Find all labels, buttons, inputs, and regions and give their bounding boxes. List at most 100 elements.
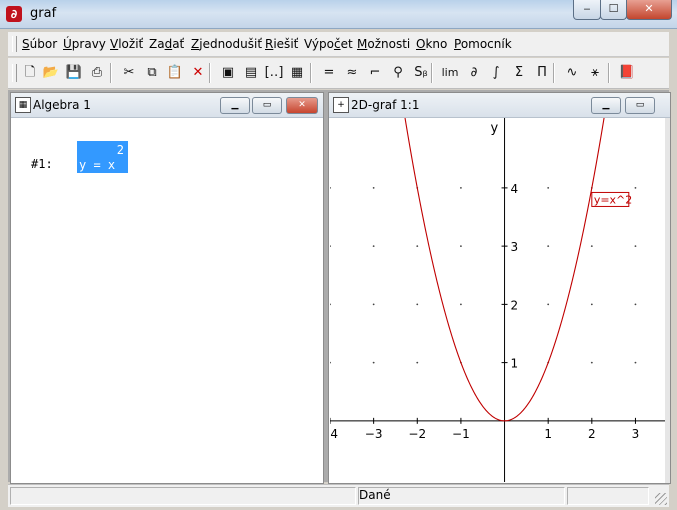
grid-dot <box>590 303 593 306</box>
toolbar-separator <box>431 63 433 83</box>
find-icon[interactable]: ⚲ <box>388 63 408 83</box>
x-tick-label: 2 <box>588 427 596 441</box>
menu-grip[interactable] <box>12 36 17 52</box>
copy-icon[interactable]: ⧉ <box>142 63 162 83</box>
derivative-icon[interactable]: ∂ <box>464 63 484 83</box>
expression-selected[interactable]: 2 y = x <box>77 141 128 173</box>
menu-item-5[interactable]: Riešiť <box>265 37 298 51</box>
menu-item-label: et <box>340 37 353 51</box>
subscript-icon[interactable]: Sᵦ <box>411 63 431 83</box>
algebra-window-title: Algebra 1 <box>33 98 91 112</box>
author-text-icon[interactable]: ▤ <box>241 63 261 83</box>
limit-icon[interactable]: lim <box>440 63 460 83</box>
grid-dot <box>330 303 331 306</box>
graph-minimize-button[interactable]: ▁ <box>591 97 621 114</box>
author-expression-icon[interactable]: ▣ <box>218 63 238 83</box>
menu-item-label: ložiť <box>118 37 144 51</box>
algebra-window[interactable]: ▦ Algebra 1 ▁ ▭ ✕ #1: 2 y = x <box>10 92 324 484</box>
grid-dot <box>634 361 637 364</box>
menu-item-accelerator: č <box>333 37 341 51</box>
cut-icon[interactable]: ✂ <box>119 63 139 83</box>
menu-item-1[interactable]: Úpravy <box>63 37 106 51</box>
solve-icon[interactable]: ⚹ <box>585 63 605 83</box>
grid-dot <box>590 361 593 364</box>
status-panel-right <box>567 487 649 505</box>
graph-window[interactable]: + 2D-graf 1:1 ▁ ▭ -4 −3 −2 −1 1 2 3 1 2 3 4 y y=x^2 <box>328 92 671 484</box>
algebra-close-button[interactable]: ✕ <box>286 97 318 114</box>
menu-item-7[interactable]: Možnosti <box>357 37 410 51</box>
product-icon[interactable]: Π <box>532 63 552 83</box>
plot-icon[interactable]: ∿ <box>562 63 582 83</box>
y-tick-label: 3 <box>511 240 519 254</box>
delete-icon[interactable]: ✕ <box>188 63 208 83</box>
grid-dot <box>416 245 419 248</box>
expression-label: #1: <box>31 157 53 171</box>
equals-icon[interactable]: = <box>319 63 339 83</box>
toolbar-separator <box>608 63 610 83</box>
paste-icon[interactable]: 📋 <box>165 63 185 83</box>
curve-label: y=x^2 <box>594 193 632 206</box>
new-file-icon[interactable]: 🗋 <box>20 63 40 83</box>
resize-grip[interactable] <box>655 493 667 505</box>
grid-dot <box>460 303 462 306</box>
grid-dot <box>634 303 637 306</box>
toolbar: 🗋 📂 💾 ⎙ ✂ ⧉ 📋 ✕ ▣ ▤ [‥] ▦ = ≈ ⌐ ⚲ Sᵦ lim ∂ ∫ Σ Π ∿ ⚹ 📕 <box>8 58 669 89</box>
book-icon[interactable]: 📕 <box>617 63 637 83</box>
author-matrix-icon[interactable]: ▦ <box>287 63 307 83</box>
menu-item-prefix: Za <box>149 37 165 51</box>
status-panel-left <box>10 487 356 505</box>
graph-plot-area[interactable]: -4 −3 −2 −1 1 2 3 1 2 3 4 y y=x^2 <box>330 118 666 482</box>
mdi-workspace: ▦ Algebra 1 ▁ ▭ ✕ #1: 2 y = x + 2D-graf … <box>8 90 671 484</box>
menu-item-label: iešiť <box>273 37 299 51</box>
open-folder-icon[interactable]: 📂 <box>41 63 61 83</box>
algebra-maximize-button[interactable]: ▭ <box>252 97 282 114</box>
grid-dot <box>547 186 550 189</box>
menu-item-label: ožnosti <box>367 37 411 51</box>
graph-vertical-scrollbar[interactable] <box>665 118 670 483</box>
maximize-button[interactable]: ☐ <box>600 0 627 20</box>
y-axis-label: y <box>491 121 499 136</box>
grid-dot <box>634 245 637 248</box>
derive-app-icon[interactable]: ∂ <box>6 6 22 22</box>
menu-bar: Súbor Úpravy Vložiť Zadať Zjednodušiť Riešiť V… <box>8 32 669 57</box>
menu-item-2[interactable]: Vložiť <box>110 37 143 51</box>
menu-item-accelerator: S <box>22 37 30 51</box>
x-tick-label: 1 <box>544 427 552 441</box>
grid-dot <box>547 303 550 306</box>
approx-icon[interactable]: ≈ <box>342 63 362 83</box>
print-icon[interactable]: ⎙ <box>87 63 107 83</box>
menu-item-4[interactable]: Zjednodušiť <box>191 37 262 51</box>
integral-icon[interactable]: ∫ <box>486 63 506 83</box>
menu-item-9[interactable]: Pomocník <box>454 37 512 51</box>
menu-item-6[interactable]: Výpočet <box>304 37 353 51</box>
save-icon[interactable]: 💾 <box>64 63 84 83</box>
menu-item-label: jednodušiť <box>199 37 263 51</box>
graph-window-titlebar[interactable]: + 2D-graf 1:1 ▁ ▭ <box>329 93 670 118</box>
grid-dot <box>372 303 375 306</box>
y-tick-label: 2 <box>511 298 519 312</box>
grid-dot <box>372 186 375 189</box>
minimize-button[interactable]: ‒ <box>573 0 601 20</box>
menu-item-3[interactable]: Zadať <box>149 37 184 51</box>
algebra-window-titlebar[interactable]: ▦ Algebra 1 ▁ ▭ ✕ <box>11 93 323 118</box>
grid-dot <box>634 186 637 189</box>
toolbar-separator <box>209 63 211 83</box>
x-tick-label: −2 <box>408 427 426 441</box>
graph-maximize-button[interactable]: ▭ <box>625 97 655 114</box>
toolbar-grip[interactable] <box>12 64 17 82</box>
close-button[interactable]: ✕ <box>626 0 672 20</box>
author-vector-icon[interactable]: [‥] <box>264 63 284 83</box>
menu-item-8[interactable]: Okno <box>416 37 447 51</box>
expression-text: y = x <box>79 158 116 172</box>
menu-item-0[interactable]: Súbor <box>22 37 57 51</box>
graph-window-icon: + <box>333 97 349 113</box>
grid-dot <box>590 245 593 248</box>
substitute-icon[interactable]: ⌐ <box>365 63 385 83</box>
sum-icon[interactable]: Σ <box>509 63 529 83</box>
menu-item-label: pravy <box>71 37 106 51</box>
menu-item-prefix: Výpo <box>304 37 334 51</box>
algebra-minimize-button[interactable]: ▁ <box>220 97 250 114</box>
grid-dot <box>416 303 419 306</box>
menu-item-label: omocník <box>460 37 512 51</box>
menu-item-label: kno <box>425 37 448 51</box>
